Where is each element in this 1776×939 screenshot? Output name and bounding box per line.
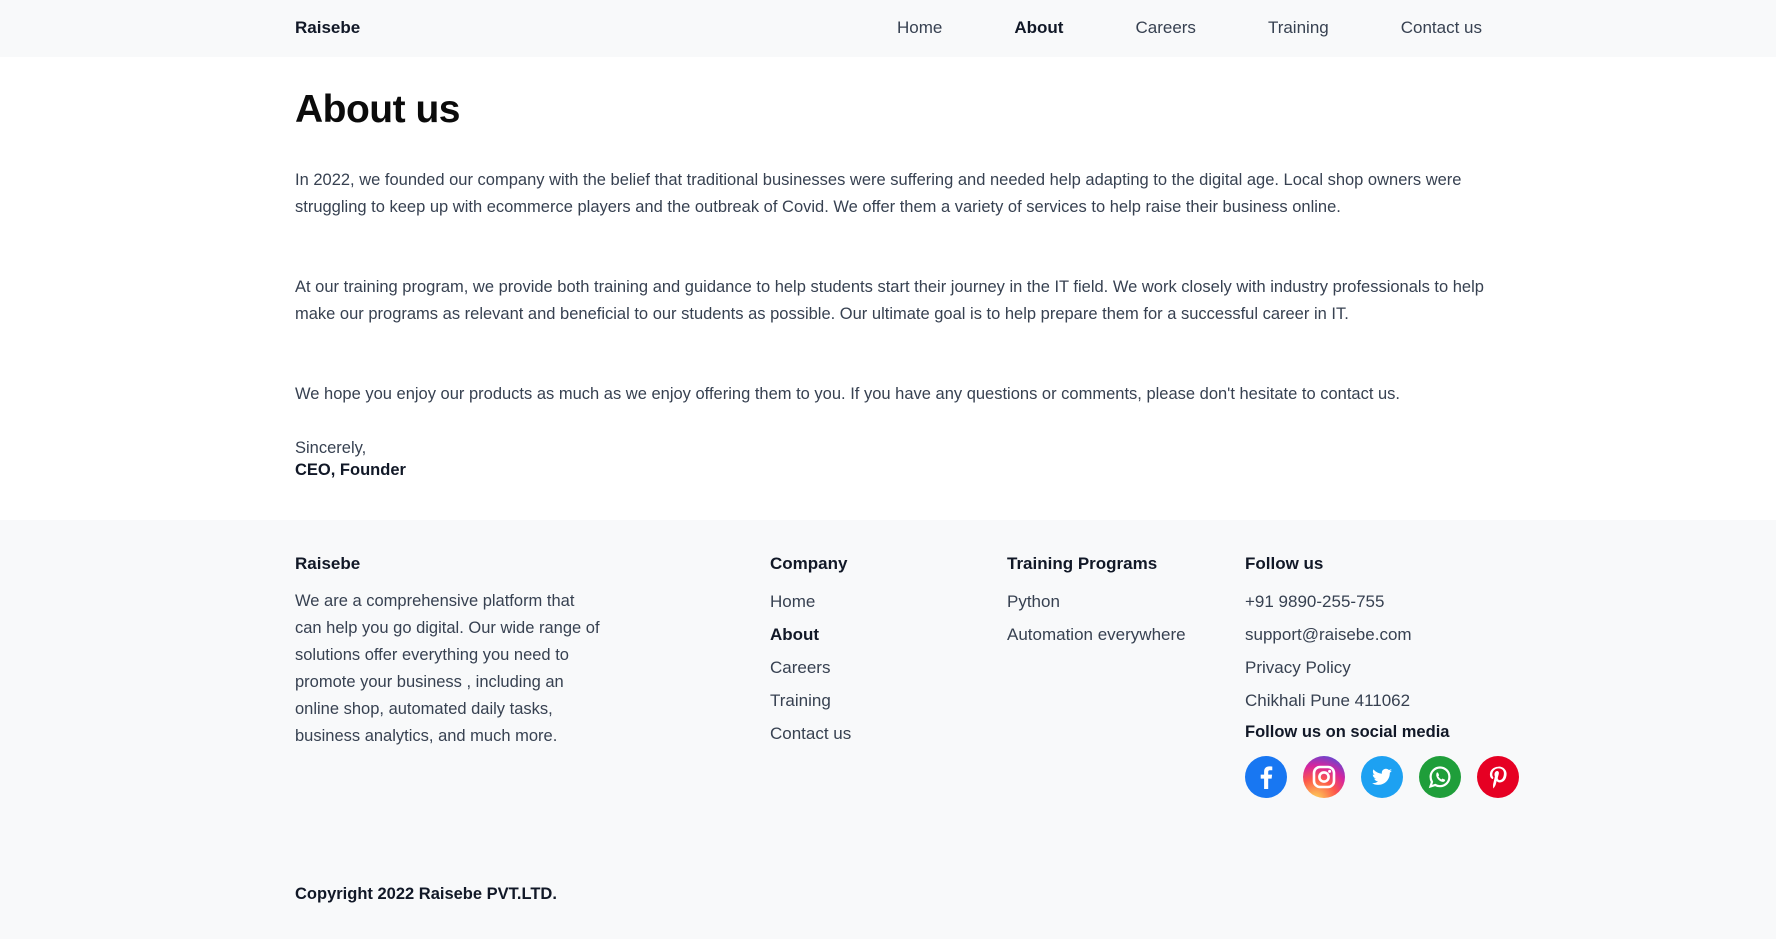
footer-link-contact-us[interactable]: Contact us — [770, 720, 851, 753]
facebook-icon[interactable] — [1245, 756, 1287, 798]
footer-follow-heading: Follow us — [1245, 554, 1324, 573]
footer-company-heading: Company — [770, 554, 848, 573]
footer-company-column: Company Home About Careers Training Cont… — [770, 554, 851, 753]
twitter-icon[interactable] — [1361, 756, 1403, 798]
brand-logo-link[interactable]: Raisebe — [295, 18, 360, 38]
whatsapp-icon[interactable] — [1419, 756, 1461, 798]
footer-training-column: Training Programs Python Automation ever… — [1007, 554, 1186, 654]
footer-link-training[interactable]: Training — [770, 687, 851, 720]
instagram-icon[interactable] — [1303, 756, 1345, 798]
pinterest-icon[interactable] — [1477, 756, 1519, 798]
social-media-heading: Follow us on social media — [1245, 723, 1450, 741]
nav-contact-us[interactable]: Contact us — [1401, 18, 1482, 38]
footer-link-home[interactable]: Home — [770, 588, 851, 621]
footer-phone-link[interactable]: +91 9890-255-755 — [1245, 588, 1535, 621]
footer-link-about[interactable]: About — [770, 621, 851, 654]
about-paragraph-1: In 2022, we founded our company with the… — [295, 171, 1462, 216]
footer-link-careers[interactable]: Careers — [770, 654, 851, 687]
footer-training-heading: Training Programs — [1007, 554, 1158, 573]
social-icons-row — [1245, 756, 1535, 798]
footer-address: Chikhali Pune 411062 — [1245, 691, 1411, 710]
footer-follow-column: Follow us +91 9890-255-755 support@raise… — [1245, 554, 1535, 798]
top-nav-bar: Raisebe Home About Careers Training Cont… — [0, 0, 1776, 57]
footer-privacy-policy-link[interactable]: Privacy Policy — [1245, 654, 1535, 687]
footer: Raisebe We are a comprehensive platform … — [0, 520, 1776, 939]
about-paragraph-2: At our training program, we provide both… — [295, 278, 1484, 323]
about-paragraph-3: We hope you enjoy our products as much a… — [295, 385, 1401, 403]
sincerely-text: Sincerely, — [295, 439, 367, 457]
footer-brand-column: Raisebe We are a comprehensive platform … — [295, 554, 605, 750]
copyright-text: Copyright 2022 Raisebe PVT.LTD. — [295, 885, 557, 903]
signoff-title: CEO, Founder — [295, 461, 406, 479]
about-content: About us In 2022, we founded our company… — [295, 57, 1485, 479]
nav-careers[interactable]: Careers — [1135, 18, 1195, 38]
nav-home[interactable]: Home — [897, 18, 942, 38]
footer-link-automation-everywhere[interactable]: Automation everywhere — [1007, 621, 1186, 654]
footer-brand: Raisebe — [295, 554, 361, 573]
page-title: About us — [295, 88, 460, 131]
nav-about[interactable]: About — [1014, 18, 1063, 38]
footer-description: We are a comprehensive platform that can… — [295, 592, 600, 745]
footer-link-python[interactable]: Python — [1007, 588, 1186, 621]
nav-training[interactable]: Training — [1268, 18, 1329, 38]
footer-email-link[interactable]: support@raisebe.com — [1245, 621, 1535, 654]
main-nav: Home About Careers Training Contact us — [825, 18, 1482, 38]
